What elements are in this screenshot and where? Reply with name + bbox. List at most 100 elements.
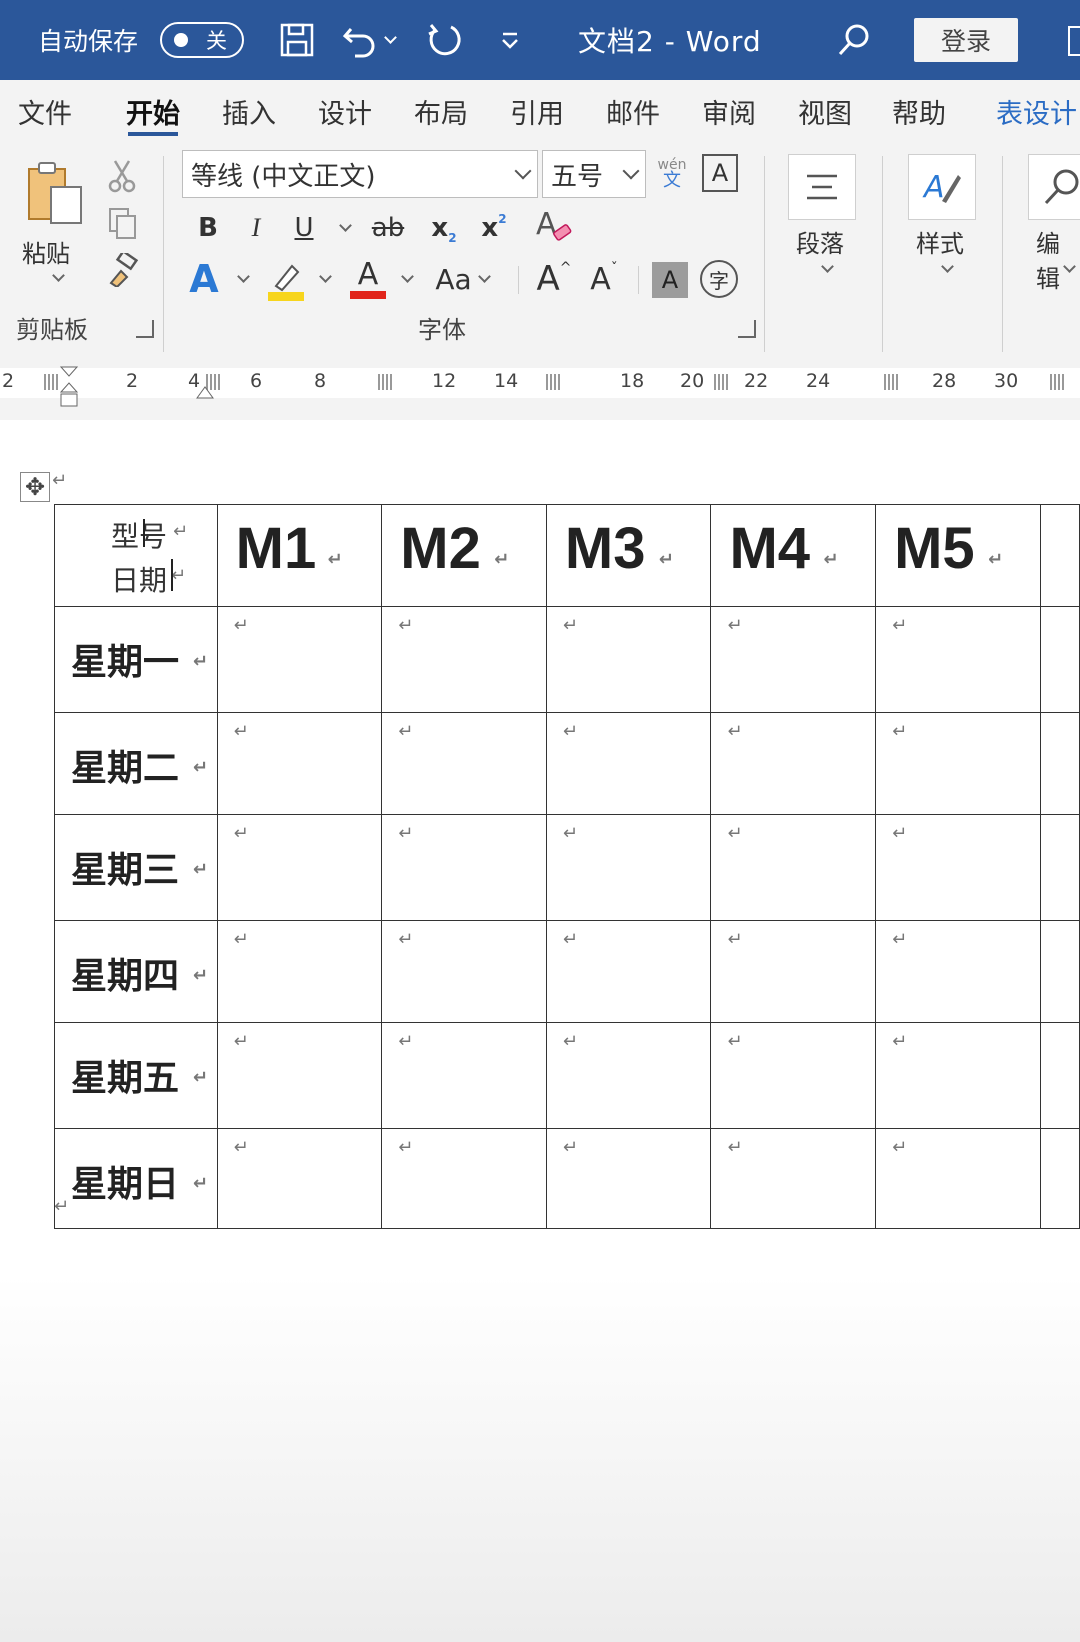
document-page[interactable]: ✥ ↵ 型号 ↵ 日期 ↵ M1 ↵ M2 ↵ M3 ↵ M4 ↵ M5 ↵ 星期一 ↵ ↵… (0, 420, 1080, 1642)
table-cell[interactable] (1039, 920, 1080, 1023)
table-cell[interactable]: ↵ (710, 606, 877, 713)
styles-dropdown-icon[interactable] (932, 258, 954, 280)
column-marker[interactable] (44, 374, 60, 390)
highlight-dropdown-icon[interactable] (310, 254, 332, 304)
table-cell[interactable]: ↵ (710, 1128, 877, 1229)
table-cell[interactable]: ↵ (381, 712, 547, 815)
bold-button[interactable]: B (190, 206, 226, 250)
table-cell[interactable]: ↵ (216, 1022, 383, 1129)
copy-icon[interactable] (104, 206, 140, 242)
horizontal-ruler[interactable]: 2 2 4 6 8 12 14 18 20 22 24 28 30 (0, 356, 1080, 420)
column-marker[interactable] (714, 374, 730, 390)
table-cell[interactable]: ↵ (381, 814, 547, 921)
column-marker[interactable] (1050, 374, 1066, 390)
search-icon[interactable] (832, 18, 876, 62)
subscript-button[interactable]: x2 (424, 206, 464, 250)
row-header-cell[interactable]: 星期五 ↵ (54, 1022, 218, 1129)
text-effects-dropdown-icon[interactable] (228, 254, 250, 304)
table-cell[interactable]: ↵ (545, 712, 712, 815)
undo-dropdown-icon[interactable] (374, 18, 398, 62)
table-cell[interactable] (1039, 504, 1080, 607)
superscript-button[interactable]: x2 (474, 206, 514, 250)
customize-qat-icon[interactable] (488, 18, 532, 62)
tab-design[interactable]: 设计 (318, 80, 372, 142)
row-header-cell[interactable]: 星期二 ↵ (54, 712, 218, 815)
character-border-icon[interactable]: A (702, 154, 738, 192)
table-cell[interactable]: ↵ (875, 1128, 1041, 1229)
tab-view[interactable]: 视图 (798, 80, 852, 142)
format-painter-icon[interactable] (104, 252, 140, 288)
table-cell[interactable]: ↵ (545, 814, 712, 921)
paste-icon[interactable] (20, 156, 90, 232)
table-cell[interactable]: ↵ (710, 712, 877, 815)
column-header-cell[interactable]: M5 ↵ (875, 504, 1041, 607)
tab-table-design[interactable]: 表设计 (996, 80, 1077, 142)
column-header-cell[interactable]: M2 ↵ (381, 504, 547, 607)
paragraph-icon[interactable] (788, 154, 856, 220)
shrink-font-button[interactable]: Aˇ (582, 254, 626, 304)
tab-layout[interactable]: 布局 (414, 80, 468, 142)
row-header-cell[interactable]: 星期四 ↵ (54, 920, 218, 1023)
strikethrough-button[interactable]: ab (366, 206, 410, 250)
column-marker[interactable] (884, 374, 900, 390)
table-cell[interactable]: ↵ (875, 920, 1041, 1023)
table-cell[interactable] (1039, 1022, 1080, 1129)
grow-font-button[interactable]: A ^ (532, 254, 576, 304)
editing-dropdown-icon[interactable] (1054, 258, 1076, 280)
column-marker[interactable] (546, 374, 562, 390)
indent-marker-icon[interactable] (59, 366, 79, 407)
save-icon[interactable] (275, 18, 319, 62)
column-header-cell[interactable]: M3 ↵ (545, 504, 712, 607)
font-color-dropdown-icon[interactable] (392, 254, 414, 304)
autosave-toggle[interactable]: 关 (160, 22, 244, 58)
text-effects-icon[interactable]: A (184, 254, 224, 304)
diagonal-header-cell[interactable]: 型号 ↵ 日期 ↵ (54, 504, 218, 607)
tab-mailings[interactable]: 邮件 (606, 80, 660, 142)
table-cell[interactable]: ↵ (216, 606, 383, 713)
table-cell[interactable]: ↵ (875, 712, 1041, 815)
tab-help[interactable]: 帮助 (892, 80, 946, 142)
font-launcher-icon[interactable] (738, 320, 756, 338)
paste-dropdown-icon[interactable] (42, 268, 66, 288)
table-cell[interactable]: ↵ (216, 814, 383, 921)
phonetic-guide-icon[interactable]: wén 文 (652, 152, 692, 196)
table-cell[interactable]: ↵ (381, 920, 547, 1023)
table-cell[interactable]: ↵ (216, 712, 383, 815)
italic-button[interactable]: I (238, 206, 274, 250)
table-cell[interactable]: ↵ (875, 814, 1041, 921)
table-cell[interactable]: ↵ (545, 1128, 712, 1229)
font-name-select[interactable]: 等线 (中文正文) (182, 150, 538, 198)
table-cell[interactable]: ↵ (875, 1022, 1041, 1129)
font-size-select[interactable]: 五号 (542, 150, 646, 198)
login-button[interactable]: 登录 (914, 18, 1018, 62)
table-cell[interactable] (1039, 1128, 1080, 1229)
tab-review[interactable]: 审阅 (702, 80, 756, 142)
table-move-handle-icon[interactable]: ✥ (20, 472, 50, 502)
cut-icon[interactable] (104, 158, 140, 194)
restore-window-icon[interactable] (1068, 26, 1080, 56)
table-cell[interactable]: ↵ (710, 1022, 877, 1129)
table-cell[interactable]: ↵ (381, 606, 547, 713)
column-header-cell[interactable]: M4 ↵ (710, 504, 877, 607)
table-cell[interactable]: ↵ (710, 814, 877, 921)
schedule-table[interactable]: 型号 ↵ 日期 ↵ M1 ↵ M2 ↵ M3 ↵ M4 ↵ M5 ↵ 星期一 ↵ ↵ ↵ ↵… (54, 504, 1080, 1229)
table-cell[interactable]: ↵ (875, 606, 1041, 713)
table-cell[interactable] (1039, 814, 1080, 921)
underline-dropdown-icon[interactable] (330, 206, 352, 250)
character-shading-icon[interactable]: A (652, 262, 688, 298)
right-indent-marker-icon[interactable] (196, 384, 214, 399)
tab-references[interactable]: 引用 (510, 80, 564, 142)
table-cell[interactable]: ↵ (710, 920, 877, 1023)
table-cell[interactable] (1039, 606, 1080, 713)
table-cell[interactable]: ↵ (381, 1128, 547, 1229)
styles-icon[interactable]: A (908, 154, 976, 220)
column-marker[interactable] (378, 374, 394, 390)
table-cell[interactable]: ↵ (545, 920, 712, 1023)
row-header-cell[interactable]: 星期一 ↵ (54, 606, 218, 713)
table-cell[interactable]: ↵ (545, 606, 712, 713)
table-cell[interactable]: ↵ (381, 1022, 547, 1129)
tab-insert[interactable]: 插入 (222, 80, 276, 142)
row-header-cell[interactable]: 星期日 ↵ (54, 1128, 218, 1229)
table-cell[interactable] (1039, 712, 1080, 815)
paragraph-dropdown-icon[interactable] (812, 258, 834, 280)
